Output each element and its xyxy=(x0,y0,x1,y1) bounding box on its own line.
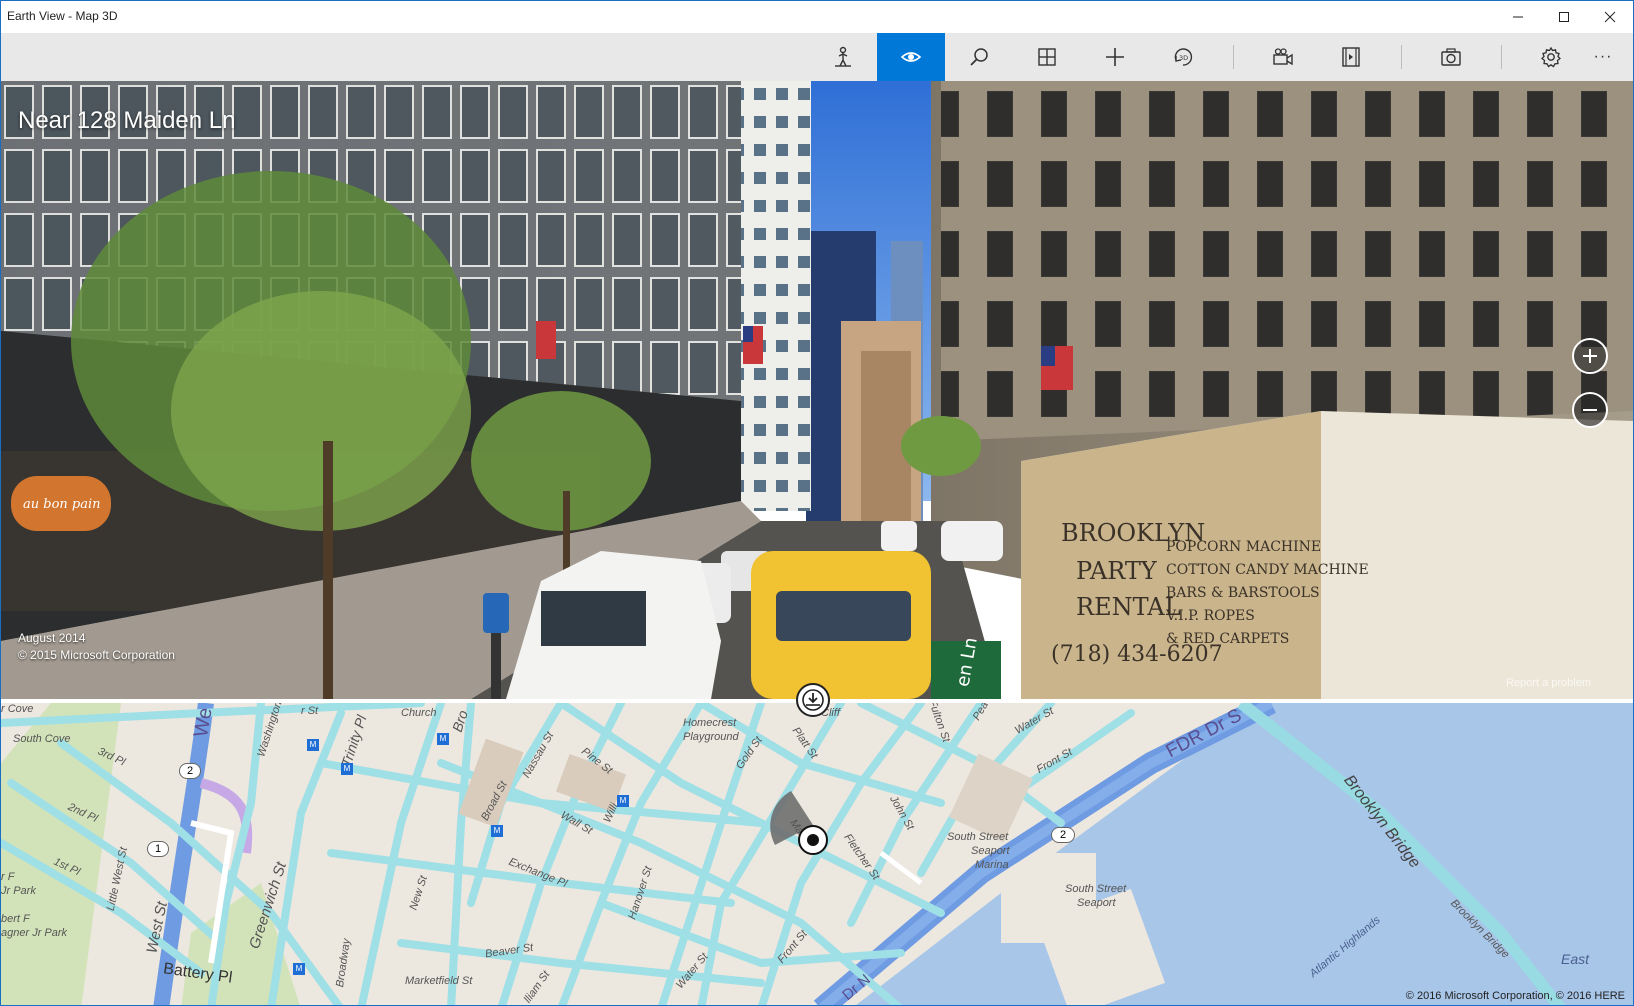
more-button[interactable]: ··· xyxy=(1575,33,1631,81)
route-badge: 1 xyxy=(147,841,169,857)
camera-icon xyxy=(1441,48,1461,66)
zoom-in-button[interactable] xyxy=(1572,338,1608,374)
map-label: South Street xyxy=(947,831,1009,843)
map-label: South Cove xyxy=(13,733,71,745)
film-button[interactable] xyxy=(1317,33,1385,81)
eye-icon xyxy=(900,52,922,62)
maximize-button[interactable] xyxy=(1541,1,1587,33)
map-label: r Cove xyxy=(1,703,34,715)
camera-tour-button[interactable] xyxy=(1249,33,1317,81)
maximize-icon xyxy=(1559,12,1569,22)
report-problem-link[interactable]: Report a problem xyxy=(1506,677,1591,689)
current-location-marker[interactable] xyxy=(798,825,828,855)
map-label: r St xyxy=(301,705,319,717)
eye-button[interactable] xyxy=(877,33,945,81)
screenshot-button[interactable] xyxy=(1417,33,1485,81)
zoom-out-button[interactable] xyxy=(1572,392,1608,428)
collapse-arrow-icon xyxy=(802,689,824,711)
metro-icon: M xyxy=(293,963,305,975)
toolbar: 3D ··· xyxy=(1,33,1633,81)
plus-icon xyxy=(1583,349,1597,363)
map-label: Homecrest xyxy=(683,717,737,729)
window-title: Earth View - Map 3D xyxy=(7,9,118,23)
minimize-button[interactable] xyxy=(1495,1,1541,33)
map-label: Jr Park xyxy=(1,885,36,897)
streetside-view[interactable]: au bon pain BROOKLYN PARTY RENTAL (718) … xyxy=(1,81,1633,699)
toolbar-separator xyxy=(1501,45,1502,69)
minus-icon xyxy=(1583,409,1597,411)
svg-text:COTTON CANDY MACHINE: COTTON CANDY MACHINE xyxy=(1166,562,1369,578)
rotate-3d-icon: 3D xyxy=(1174,48,1193,66)
video-camera-icon xyxy=(1273,48,1293,66)
title-bar: Earth View - Map 3D xyxy=(1,1,1633,33)
svg-text:BARS & BARSTOOLS: BARS & BARSTOOLS xyxy=(1166,585,1320,601)
close-button[interactable] xyxy=(1587,1,1633,33)
metro-icon: M xyxy=(341,763,353,775)
metro-icon: M xyxy=(307,739,319,751)
streetside-copyright: © 2015 Microsoft Corporation xyxy=(18,648,175,662)
grid-button[interactable] xyxy=(1013,33,1081,81)
metro-icon: M xyxy=(617,795,629,807)
svg-text:3D: 3D xyxy=(1179,54,1188,62)
toolbar-separator xyxy=(1401,45,1402,69)
map-label: r F xyxy=(1,871,15,883)
search-button[interactable] xyxy=(945,33,1013,81)
map-label: Church xyxy=(401,707,437,719)
grid-icon xyxy=(1038,48,1056,66)
more-icon: ··· xyxy=(1593,48,1613,65)
minimize-icon xyxy=(1513,16,1523,18)
add-button[interactable] xyxy=(1081,33,1149,81)
map-copyright: © 2016 Microsoft Corporation, © 2016 HER… xyxy=(1405,990,1625,1002)
rotate-3d-button[interactable]: 3D xyxy=(1149,33,1217,81)
minimap[interactable]: Church Homecrest Playground South Cove 3… xyxy=(1,699,1633,1005)
map-label: East xyxy=(1561,951,1590,967)
location-dot-icon xyxy=(807,834,819,846)
route-badge: 2 xyxy=(179,763,201,779)
view-splitter-handle[interactable] xyxy=(796,683,830,717)
map-label: agner Jr Park xyxy=(1,927,68,939)
svg-text:RENTAL: RENTAL xyxy=(1076,593,1181,621)
streetside-button[interactable] xyxy=(809,33,877,81)
plus-icon xyxy=(1106,48,1124,66)
map-label: Seaport xyxy=(1077,897,1116,909)
map-label: Playground xyxy=(683,731,739,743)
map-label: Marina xyxy=(975,859,1009,871)
metro-icon: M xyxy=(491,825,503,837)
location-title: Near 128 Maiden Ln xyxy=(18,107,236,134)
map-label: Marketfield St xyxy=(405,975,473,987)
svg-text:POPCORN MACHINE: POPCORN MACHINE xyxy=(1166,539,1321,555)
svg-text:V.I.P. ROPES: V.I.P. ROPES xyxy=(1165,608,1255,624)
streetside-photo: au bon pain BROOKLYN PARTY RENTAL (718) … xyxy=(1,81,1633,699)
route-badge: 2 xyxy=(1051,827,1075,843)
capture-date: August 2014 xyxy=(18,631,86,645)
search-icon xyxy=(970,48,988,66)
map-label: bert F xyxy=(1,913,30,925)
person-pin-icon xyxy=(835,46,851,67)
gear-icon xyxy=(1541,46,1561,68)
map-label: Seaport xyxy=(971,845,1010,857)
svg-text:PARTY: PARTY xyxy=(1076,557,1158,585)
svg-text:au bon pain: au bon pain xyxy=(23,497,101,512)
toolbar-separator xyxy=(1233,45,1234,69)
film-icon xyxy=(1342,47,1360,67)
close-icon xyxy=(1604,11,1616,23)
app-window: Earth View - Map 3D 3D ··· au bon pain B… xyxy=(0,0,1634,1006)
map-label: South Street xyxy=(1065,883,1127,895)
svg-text:& RED CARPETS: & RED CARPETS xyxy=(1166,631,1289,647)
metro-icon: M xyxy=(437,733,449,745)
